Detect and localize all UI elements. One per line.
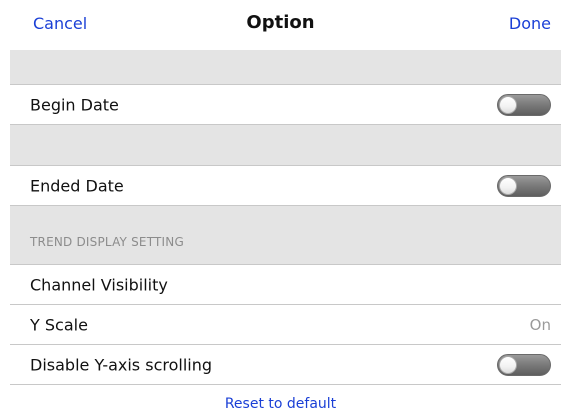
done-button[interactable]: Done	[509, 14, 551, 33]
begin-date-label: Begin Date	[30, 95, 119, 114]
disable-y-scroll-label: Disable Y-axis scrolling	[30, 355, 213, 374]
y-scale-value: On	[529, 316, 551, 334]
toggle-knob	[499, 95, 517, 114]
toggle-knob	[499, 355, 517, 374]
disable-y-scroll-row[interactable]: Disable Y-axis scrolling	[10, 344, 561, 385]
section-header-trend: TREND DISPLAY SETTING	[30, 235, 184, 249]
disable-y-scroll-toggle[interactable]	[497, 353, 551, 376]
y-scale-label: Y Scale	[30, 315, 88, 335]
reset-to-default-link[interactable]: Reset to default	[0, 396, 561, 412]
ended-date-toggle[interactable]	[497, 174, 551, 197]
group-spacer	[10, 125, 561, 165]
ended-date-row[interactable]: Ended Date	[10, 165, 561, 206]
y-scale-row[interactable]: Y Scale On	[10, 304, 561, 345]
begin-date-row[interactable]: Begin Date	[10, 84, 561, 125]
begin-date-toggle[interactable]	[497, 93, 551, 116]
channel-visibility-label: Channel Visibility	[30, 275, 168, 295]
toggle-knob	[499, 176, 517, 195]
channel-visibility-row[interactable]: Channel Visibility	[10, 264, 561, 305]
group-spacer	[10, 50, 561, 84]
nav-bar: Cancel Option Done	[0, 0, 561, 50]
ended-date-label: Ended Date	[30, 176, 124, 195]
page-title: Option	[246, 12, 315, 33]
